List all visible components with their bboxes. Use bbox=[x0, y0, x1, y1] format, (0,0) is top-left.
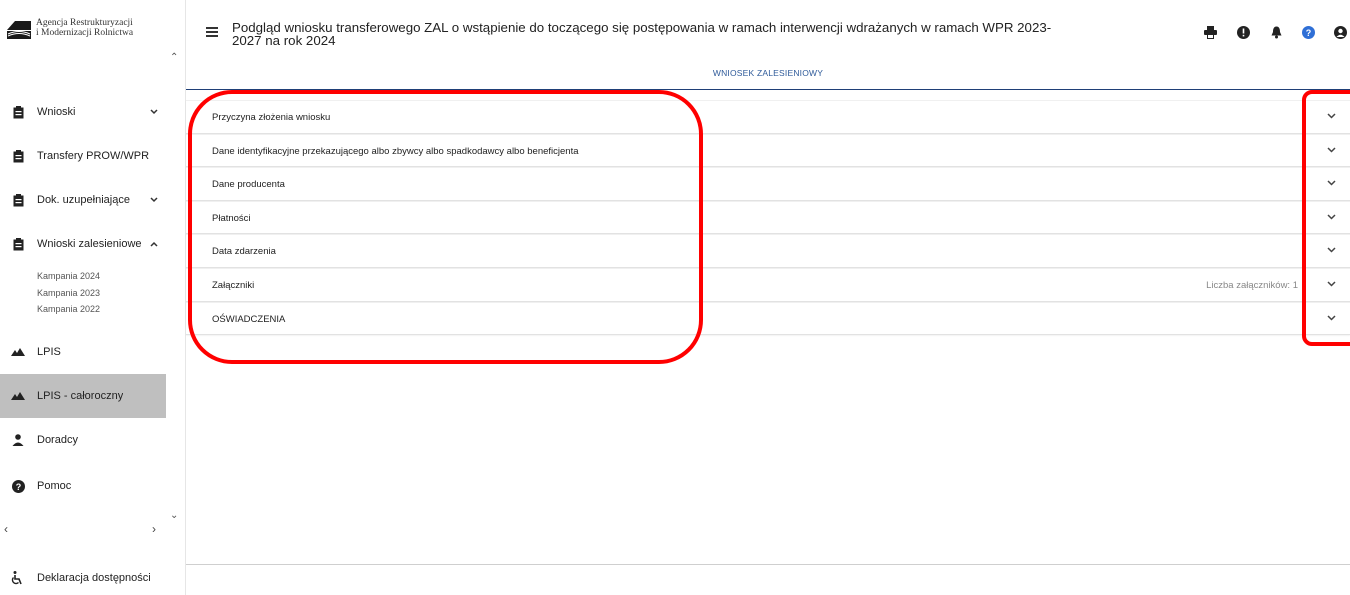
chevron-down-icon[interactable] bbox=[150, 195, 158, 205]
help-icon: ? bbox=[11, 479, 25, 493]
sidebar-subitem-kampania-2024[interactable]: Kampania 2024 bbox=[37, 271, 100, 281]
clipboard-icon bbox=[11, 237, 25, 251]
highlight-panel-chevrons bbox=[1302, 90, 1350, 346]
sidebar-item-label: Pomoc bbox=[37, 480, 72, 492]
alert-icon[interactable] bbox=[1236, 25, 1250, 39]
menu-icon[interactable] bbox=[206, 27, 218, 37]
sidebar-item-doradcy[interactable]: Doradcy bbox=[0, 418, 166, 462]
agency-logo[interactable]: Agencja Restrukturyzacji i Modernizacji … bbox=[6, 18, 133, 40]
sidebar-item-dok-uzupelniajace[interactable]: Dok. uzupełniające bbox=[0, 178, 166, 222]
mountain-icon bbox=[11, 345, 25, 359]
sidebar-horizontal-scrollbar[interactable]: ‹ › bbox=[0, 522, 166, 536]
highlight-panel-labels bbox=[188, 90, 703, 364]
logo-line-1: Agencja Restrukturyzacji bbox=[36, 18, 133, 28]
sidebar-item-label: Doradcy bbox=[37, 434, 78, 446]
sidebar: Agencja Restrukturyzacji i Modernizacji … bbox=[0, 0, 186, 595]
svg-text:?: ? bbox=[15, 482, 21, 492]
account-icon[interactable] bbox=[1333, 25, 1347, 39]
clipboard-icon bbox=[11, 149, 25, 163]
sidebar-item-label: LPIS - całoroczny bbox=[37, 390, 124, 402]
sidebar-scroll-down-icon[interactable]: ⌄ bbox=[170, 510, 178, 521]
sidebar-item-wnioski[interactable]: Wnioski bbox=[0, 90, 166, 134]
sidebar-subitem-kampania-2022[interactable]: Kampania 2022 bbox=[37, 304, 100, 314]
accessibility-declaration-link[interactable]: Deklaracja dostępności bbox=[0, 568, 186, 592]
sidebar-subitem-kampania-2023[interactable]: Kampania 2023 bbox=[37, 288, 100, 298]
sidebar-item-label: LPIS bbox=[37, 346, 61, 358]
mountain-icon bbox=[11, 389, 25, 403]
sidebar-item-label: Dok. uzupełniające bbox=[37, 194, 130, 206]
svg-text:?: ? bbox=[1305, 28, 1311, 38]
scroll-left-icon[interactable]: ‹ bbox=[4, 522, 8, 536]
sidebar-item-label: Wnioski bbox=[37, 106, 76, 118]
page-title: Podgląd wniosku transferowego ZAL o wstą… bbox=[232, 20, 1052, 48]
clipboard-icon bbox=[11, 193, 25, 207]
clipboard-icon bbox=[11, 105, 25, 119]
accessibility-declaration-label: Deklaracja dostępności bbox=[37, 572, 151, 584]
person-icon bbox=[11, 433, 25, 447]
logo-line-2: i Modernizacji Rolnictwa bbox=[36, 28, 134, 38]
wheelchair-icon bbox=[11, 571, 23, 588]
sidebar-item-pomoc[interactable]: ? Pomoc bbox=[0, 464, 166, 508]
bell-icon[interactable] bbox=[1269, 25, 1283, 39]
tab-wniosek-zalesieniowy[interactable]: WNIOSEK ZALESIENIOWY bbox=[186, 68, 1350, 78]
chevron-up-icon[interactable] bbox=[150, 239, 158, 249]
sidebar-scroll-up-icon[interactable]: ⌃ bbox=[170, 52, 178, 63]
sidebar-item-wnioski-zalesieniowe[interactable]: Wnioski zalesieniowe bbox=[0, 222, 166, 266]
sidebar-item-lpis[interactable]: LPIS bbox=[0, 330, 166, 374]
attachments-count: Liczba załączników: 1 bbox=[1206, 279, 1298, 291]
sidebar-item-label: Wnioski zalesieniowe bbox=[37, 238, 142, 250]
chevron-down-icon[interactable] bbox=[150, 107, 158, 117]
sidebar-item-lpis-caloroczny[interactable]: LPIS - całoroczny bbox=[0, 374, 166, 418]
help-icon[interactable]: ? bbox=[1301, 25, 1315, 39]
print-icon[interactable] bbox=[1203, 25, 1217, 39]
content-bottom-divider bbox=[186, 564, 1350, 565]
sidebar-item-label: Transfery PROW/WPR bbox=[37, 150, 150, 162]
scroll-right-icon[interactable]: › bbox=[152, 522, 156, 536]
arimr-logo-icon bbox=[6, 18, 32, 40]
sidebar-item-transfery[interactable]: Transfery PROW/WPR bbox=[0, 134, 166, 178]
